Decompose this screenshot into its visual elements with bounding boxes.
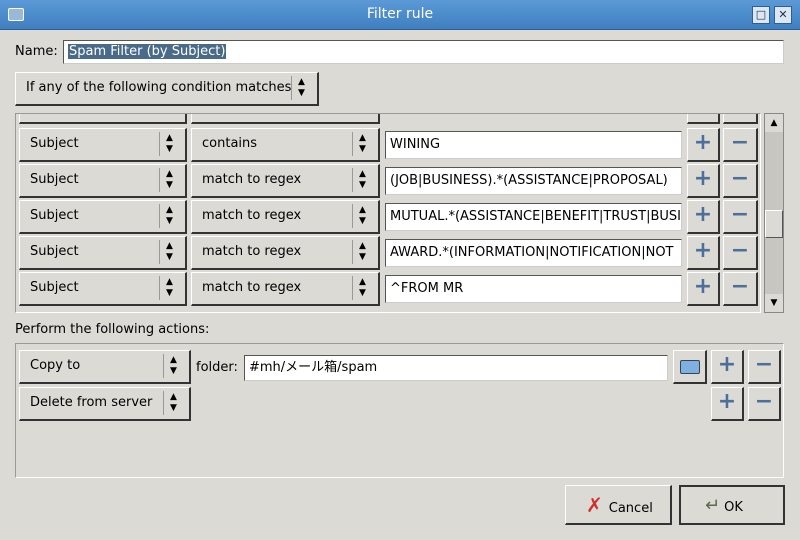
spinner-icon: ▲ ▼ <box>159 240 179 264</box>
spinner-icon: ▲ ▼ <box>163 354 183 378</box>
browse-folder-button[interactable] <box>673 350 707 384</box>
remove-condition-button[interactable]: − <box>723 272 758 306</box>
scroll-up-icon[interactable]: ▲ <box>765 114 783 132</box>
match-mode-select[interactable]: If any of the following condition matche… <box>15 72 319 106</box>
condition-op-select[interactable]: match to regex ▲ ▼ <box>191 236 380 270</box>
add-action-button[interactable]: + <box>711 387 744 421</box>
folder-input[interactable]: #mh/メール箱/spam <box>244 355 668 381</box>
folder-icon <box>679 360 700 374</box>
title-bar: Filter rule □ ✕ <box>0 0 800 30</box>
condition-row: Subject ▲ ▼ match to regex ▲ ▼ (JOB|BUSINESS… <box>16 164 760 198</box>
cancel-icon: ✗ <box>586 493 603 517</box>
condition-field-select[interactable]: Subject ▲ ▼ <box>19 200 187 234</box>
ok-button[interactable]: ↵ OK <box>679 485 785 525</box>
add-condition-button[interactable]: + <box>687 236 720 270</box>
condition-value-input[interactable]: (JOB|BUSINESS).*(ASSISTANCE|PROPOSAL) <box>385 167 682 195</box>
close-button[interactable]: ✕ <box>774 6 792 24</box>
remove-condition-button[interactable]: − <box>723 164 758 198</box>
scrollbar[interactable]: ▲ ▼ <box>764 113 784 313</box>
conditions-list: Subject ▲ ▼ contains ▲ ▼ WINING + − Subject ▲… <box>15 113 761 313</box>
spinner-icon: ▲ ▼ <box>159 168 179 192</box>
actions-label: Perform the following actions: <box>15 322 210 337</box>
condition-op-select[interactable]: match to regex ▲ ▼ <box>191 200 380 234</box>
condition-value-input[interactable]: WINING <box>385 131 682 159</box>
remove-action-button[interactable]: − <box>748 350 781 384</box>
name-input[interactable]: Spam Filter (by Subject) <box>63 40 784 64</box>
spinner-icon: ▲ ▼ <box>352 168 372 192</box>
spinner-icon: ▲ ▼ <box>352 240 372 264</box>
spinner-icon: ▲ ▼ <box>291 76 311 100</box>
spinner-icon: ▲ ▼ <box>352 204 372 228</box>
add-condition-button[interactable]: + <box>687 272 720 306</box>
scroll-thumb[interactable] <box>765 210 783 238</box>
window-title: Filter rule <box>366 6 434 22</box>
cancel-button[interactable]: ✗ Cancel <box>565 485 672 525</box>
condition-op-select[interactable] <box>191 114 380 124</box>
condition-row: Subject ▲ ▼ match to regex ▲ ▼ MUTUAL.*(ASSI… <box>16 200 760 234</box>
maximize-button[interactable]: □ <box>752 6 770 24</box>
remove-condition-button[interactable]: − <box>723 200 758 234</box>
condition-row: Subject ▲ ▼ match to regex ▲ ▼ AWARD.*(INFOR… <box>16 236 760 270</box>
name-label: Name: <box>15 44 58 59</box>
remove-condition-button[interactable]: − <box>723 236 758 270</box>
condition-row: Subject ▲ ▼ match to regex ▲ ▼ ^FROM MR + − <box>16 272 760 306</box>
condition-field-select[interactable]: Subject ▲ ▼ <box>19 164 187 198</box>
add-button[interactable] <box>687 114 720 124</box>
action-select[interactable]: Copy to ▲ ▼ <box>19 350 191 384</box>
condition-field-select[interactable]: Subject ▲ ▼ <box>19 236 187 270</box>
condition-field-select[interactable]: Subject ▲ ▼ <box>19 128 187 162</box>
add-condition-button[interactable]: + <box>687 164 720 198</box>
remove-action-button[interactable]: − <box>748 387 781 421</box>
condition-op-select[interactable]: match to regex ▲ ▼ <box>191 164 380 198</box>
add-condition-button[interactable]: + <box>687 200 720 234</box>
actions-list: Copy to ▲ ▼ folder: #mh/メール箱/spam + − Dele… <box>15 343 784 478</box>
condition-value-input[interactable]: ^FROM MR <box>385 275 682 303</box>
spinner-icon: ▲ ▼ <box>163 391 183 415</box>
remove-condition-button[interactable]: − <box>723 128 758 162</box>
condition-op-select[interactable]: match to regex ▲ ▼ <box>191 272 380 306</box>
spinner-icon: ▲ ▼ <box>159 132 179 156</box>
spinner-icon: ▲ ▼ <box>159 276 179 300</box>
scroll-down-icon[interactable]: ▼ <box>765 294 783 312</box>
spinner-icon: ▲ ▼ <box>159 204 179 228</box>
condition-op-select[interactable]: contains ▲ ▼ <box>191 128 380 162</box>
condition-field-select[interactable]: Subject ▲ ▼ <box>19 272 187 306</box>
condition-row: Subject ▲ ▼ contains ▲ ▼ WINING + − <box>16 128 760 162</box>
action-select[interactable]: Delete from server ▲ ▼ <box>19 387 191 421</box>
condition-value-input[interactable]: MUTUAL.*(ASSISTANCE|BENEFIT|TRUST|BUSI <box>385 203 682 231</box>
condition-field-select[interactable] <box>19 114 187 124</box>
spinner-icon: ▲ ▼ <box>352 132 372 156</box>
add-condition-button[interactable]: + <box>687 128 720 162</box>
spinner-icon: ▲ ▼ <box>352 276 372 300</box>
add-action-button[interactable]: + <box>711 350 744 384</box>
folder-label: folder: <box>196 360 238 375</box>
ok-icon: ↵ <box>705 495 721 516</box>
condition-value-input[interactable]: AWARD.*(INFORMATION|NOTIFICATION|NOT <box>385 239 682 267</box>
remove-button[interactable] <box>723 114 758 124</box>
